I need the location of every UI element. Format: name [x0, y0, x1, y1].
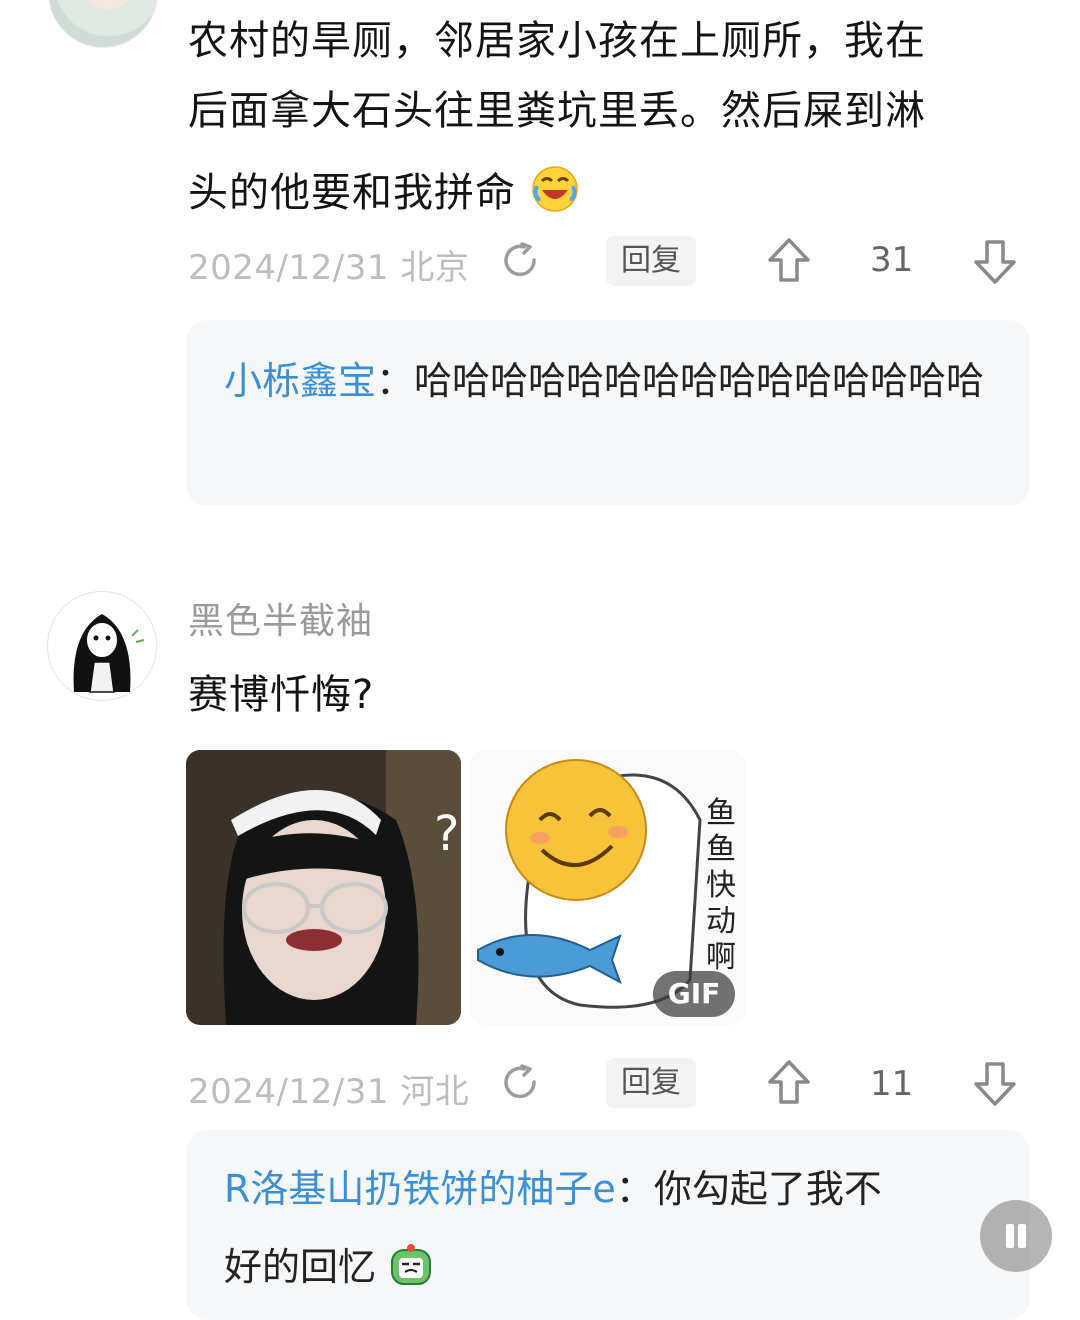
- svg-text:?: ?: [434, 806, 459, 862]
- reply-box[interactable]: 小栎鑫宝：哈哈哈哈哈哈哈哈哈哈哈哈哈哈哈: [186, 320, 1030, 506]
- comment-line: 头的他要和我拼命: [188, 170, 516, 216]
- reply-text: 你勾起了我不: [653, 1167, 882, 1211]
- comment-line: 农村的旱厕，邻居家小孩在上厕所，我在: [188, 18, 926, 64]
- reply-username[interactable]: 小栎鑫宝: [224, 359, 376, 403]
- reply-text: 哈哈哈哈哈哈哈哈哈哈哈哈哈哈哈: [414, 359, 985, 403]
- reply-content: R洛基山扔铁饼的柚子e：你勾起了我不 好的回忆: [224, 1156, 992, 1300]
- scroll-to-top-button[interactable]: [980, 1200, 1052, 1272]
- reply-button[interactable]: 回复: [606, 236, 696, 286]
- reply-box[interactable]: R洛基山扔铁饼的柚子e：你勾起了我不 好的回忆: [186, 1130, 1030, 1320]
- comment-date-location: 2024/12/31 河北: [188, 1072, 470, 1112]
- upvote-icon[interactable]: [766, 236, 812, 286]
- laughing-crying-emoji-icon: [530, 164, 580, 214]
- like-count: 31: [870, 240, 914, 280]
- gif-badge: GIF: [653, 971, 735, 1017]
- smirk-emoji-icon: [388, 1242, 434, 1288]
- username[interactable]: 黑色半截袖: [188, 592, 373, 644]
- like-count: 11: [870, 1064, 914, 1104]
- user-avatar[interactable]: [48, 0, 158, 48]
- comment-image[interactable]: ?: [186, 750, 461, 1025]
- share-icon[interactable]: [498, 238, 544, 284]
- comment-line: 后面拿大石头往里粪坑里丢。然后屎到淋: [188, 88, 926, 134]
- comment-date-location: 2024/12/31 北京: [188, 248, 470, 288]
- comment-gif[interactable]: 鱼鱼快动啊 GIF: [470, 750, 745, 1025]
- reply-content: 小栎鑫宝：哈哈哈哈哈哈哈哈哈哈哈哈哈哈哈: [224, 348, 992, 414]
- reply-separator: ：: [615, 1167, 654, 1211]
- reply-text: 好的回忆: [224, 1245, 377, 1289]
- comment-text: 农村的旱厕，邻居家小孩在上厕所，我在 后面拿大石头往里粪坑里丢。然后屎到淋 头的…: [188, 6, 1008, 228]
- upvote-icon[interactable]: [766, 1058, 812, 1108]
- reply-button[interactable]: 回复: [606, 1058, 696, 1108]
- reply-separator: ：: [376, 359, 415, 403]
- downvote-icon[interactable]: [972, 236, 1018, 286]
- comment-text: 赛博忏悔?: [188, 672, 375, 718]
- share-icon[interactable]: [498, 1060, 544, 1106]
- user-avatar[interactable]: [48, 592, 156, 700]
- gif-caption: 鱼鱼快动啊: [706, 796, 736, 975]
- downvote-icon[interactable]: [972, 1058, 1018, 1108]
- reply-username[interactable]: R洛基山扔铁饼的柚子e: [224, 1167, 616, 1211]
